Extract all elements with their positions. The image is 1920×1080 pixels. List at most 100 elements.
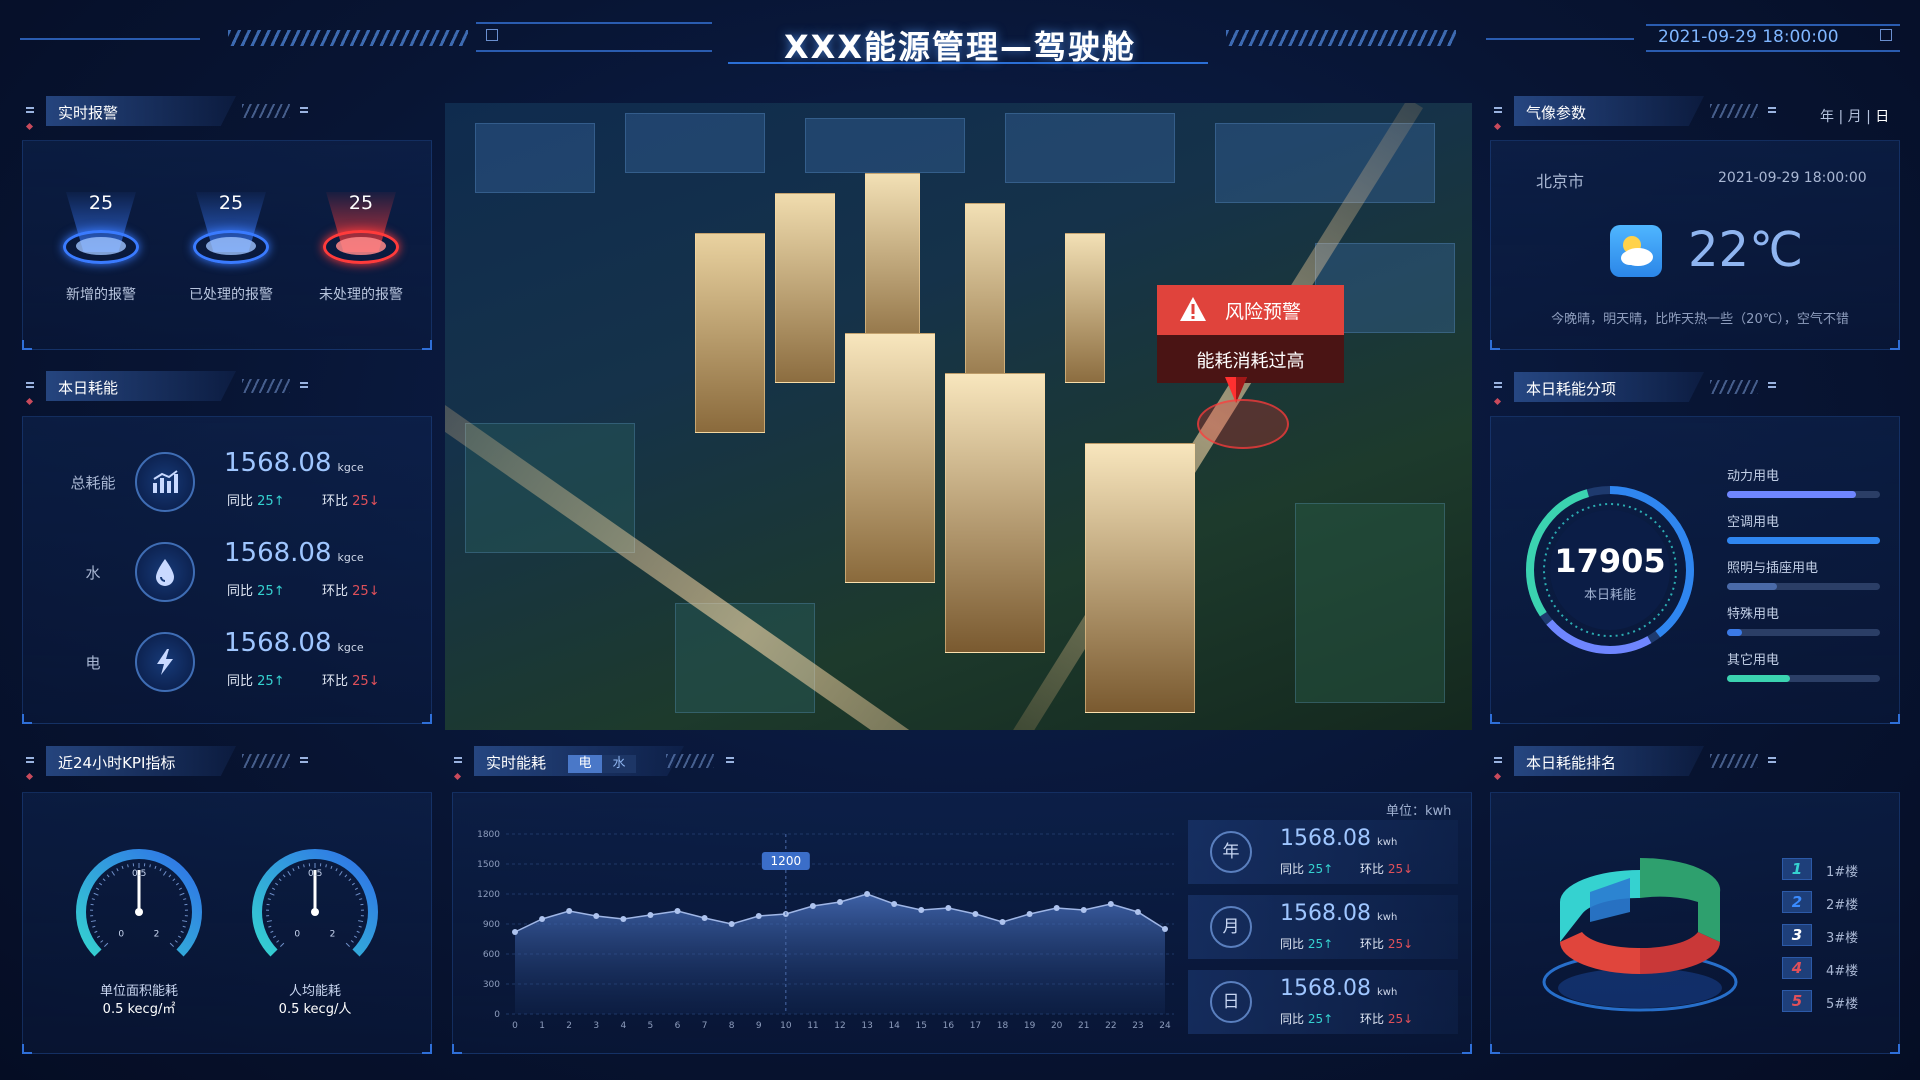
data-point	[972, 911, 979, 917]
gauge-tick	[339, 870, 343, 876]
gauge-tick	[182, 925, 186, 928]
x-tick-label: 5	[648, 1021, 654, 1031]
range-month[interactable]: 月	[1848, 109, 1862, 125]
gauge-tick	[344, 874, 348, 878]
gauge-tick	[330, 865, 333, 870]
gauge-tick	[345, 942, 351, 948]
alarms-title-tick	[25, 122, 34, 131]
weather-title-mark	[1494, 107, 1502, 113]
ranking-item[interactable]: 1 1#楼	[1782, 858, 1892, 882]
alarm-new[interactable]: 25 新增的报警	[46, 192, 156, 312]
energy-row-name: 总耗能	[70, 474, 116, 492]
data-point	[728, 921, 735, 927]
alarm-processed[interactable]: 25 已处理的报警	[176, 192, 286, 312]
gauge-tick	[287, 870, 291, 876]
breakdown-item-fill	[1727, 583, 1778, 590]
gauge-tick	[335, 868, 338, 872]
partly-cloudy-icon	[1610, 225, 1662, 277]
y-tick-label: 300	[483, 980, 500, 990]
risk-alert-title[interactable]: 风险预警	[1157, 285, 1344, 335]
ranking-item[interactable]: 4 4#楼	[1782, 957, 1892, 981]
kpi-card-value: 1568.08 kwh	[1280, 976, 1398, 1001]
weather-title-mark-right	[1768, 107, 1776, 113]
weather-title: 气像参数	[1514, 96, 1704, 126]
weather-title-tick	[1493, 122, 1502, 131]
alarm-processed-core	[206, 237, 256, 255]
breakdown-item-label: 特殊用电	[1727, 607, 1780, 622]
breakdown-item-fill	[1727, 537, 1880, 544]
rank-badge: 4	[1782, 957, 1812, 979]
alarm-processed-label: 已处理的报警	[189, 287, 273, 303]
ranking-item[interactable]: 5 5#楼	[1782, 990, 1892, 1014]
breakdown-item[interactable]: 特殊用电	[1727, 603, 1880, 636]
realtime-tabs: 电水	[568, 752, 636, 773]
breakdown-item[interactable]: 照明与插座用电	[1727, 557, 1880, 590]
data-point	[999, 919, 1006, 925]
breakdown-item-fill	[1727, 629, 1743, 636]
rank-badge: 5	[1782, 990, 1812, 1012]
gauge-hub	[135, 908, 143, 916]
realtime-title-hatch	[666, 754, 714, 768]
breakdown-item[interactable]: 动力用电	[1727, 465, 1880, 498]
gauge-tick	[93, 892, 99, 896]
ranking-title-hatch	[1710, 754, 1758, 768]
realtime-title-tick	[453, 772, 462, 781]
city-block	[475, 123, 595, 193]
header-square-right	[1880, 29, 1892, 41]
building	[945, 373, 1045, 653]
rank-label: 5#楼	[1826, 997, 1859, 1012]
gauge-tick	[275, 882, 279, 886]
data-point	[918, 907, 925, 913]
gauge-tick	[116, 868, 119, 872]
x-tick-label: 17	[970, 1021, 981, 1031]
energy-row-water: 水 1568.08 kgce 同比 25↑ 环比 25↓	[22, 532, 432, 612]
energy-row-name: 电	[85, 654, 101, 672]
energy-row-mom: 环比 25↓	[322, 494, 380, 509]
gauge-tick	[351, 882, 355, 886]
ranking-title-mark	[1494, 757, 1502, 763]
gauge-tick	[90, 920, 96, 923]
header-line-left2	[476, 22, 712, 24]
x-tick-label: 15	[916, 1021, 927, 1031]
city-scene-image[interactable]: 风险预警 能耗消耗过高	[445, 103, 1472, 730]
breakdown-item-label: 空调用电	[1727, 515, 1780, 530]
range-year[interactable]: 年	[1820, 109, 1834, 125]
gauge-tick	[154, 865, 157, 870]
area-fill	[515, 894, 1165, 1014]
ranking-item[interactable]: 2 2#楼	[1782, 891, 1892, 915]
tab-electric[interactable]: 电	[568, 755, 602, 773]
gauge-tick	[102, 878, 106, 882]
gauge-tick	[121, 865, 124, 870]
ranking-3d-ring-chart	[1542, 857, 1738, 1012]
ranking-title: 本日耗能排名	[1514, 746, 1704, 776]
ranking-item[interactable]: 3 3#楼	[1782, 924, 1892, 948]
x-tick-label: 11	[807, 1021, 818, 1031]
rank-badge: 1	[1782, 858, 1812, 880]
energy-row-yoy: 同比 25↑	[227, 494, 285, 509]
realtime-area-chart[interactable]: 03006009001200150018000 1 2 3 4 5 6 7 8 9 10 11 12 13…	[466, 818, 1182, 1044]
data-point	[891, 901, 898, 907]
data-point	[945, 905, 952, 911]
gauge-tick	[94, 930, 98, 933]
breakdown-title-hatch	[1710, 380, 1758, 394]
kpi-card-month: 月 1568.08 kwh 同比 25↑ 环比 25↓	[1188, 895, 1458, 959]
kpi-card-icon: 年	[1210, 831, 1252, 873]
tab-water[interactable]: 水	[602, 755, 636, 773]
x-tick-label: 0	[512, 1021, 518, 1031]
data-point	[755, 913, 762, 919]
breakdown-total-label: 本日耗能	[1583, 588, 1636, 603]
daily-title-mark-right	[300, 382, 308, 388]
range-day[interactable]: 日	[1875, 109, 1889, 125]
header-line-right	[1486, 38, 1634, 40]
breakdown-item[interactable]: 其它用电	[1727, 649, 1880, 682]
alarms-title: 实时报警	[46, 96, 236, 126]
gauge-max-label: 2	[330, 930, 336, 940]
gauge-label: 单位面积能耗	[99, 984, 178, 999]
x-tick-label: 7	[702, 1021, 708, 1031]
alarm-unprocessed[interactable]: 25 未处理的报警	[306, 192, 416, 312]
bar-chart-icon	[135, 452, 195, 512]
breakdown-item[interactable]: 空调用电	[1727, 511, 1880, 544]
kpi-card-mom: 环比 25↓	[1360, 1012, 1414, 1026]
range-sep: |	[1866, 109, 1876, 125]
x-tick-label: 20	[1051, 1021, 1063, 1031]
